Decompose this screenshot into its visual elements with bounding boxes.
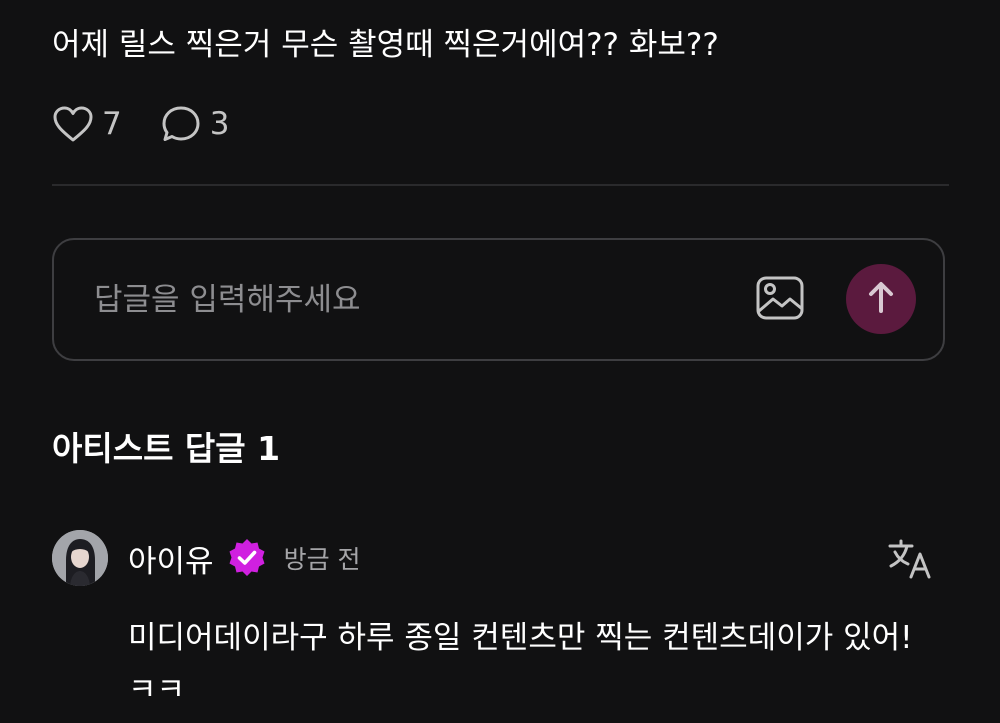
speech-bubble-icon: [160, 104, 202, 144]
attach-image-button[interactable]: [754, 274, 806, 326]
divider: [52, 184, 949, 186]
image-icon: [755, 275, 805, 325]
reply-input[interactable]: [94, 274, 714, 326]
comment-header: 아이유 방금 전: [128, 532, 361, 584]
translate-icon: [887, 537, 933, 583]
arrow-up-icon: [866, 280, 896, 318]
send-button[interactable]: [846, 264, 916, 334]
verified-badge-icon: [226, 537, 268, 579]
heart-outline-icon: [52, 105, 94, 143]
post-text: 어제 릴스 찍은거 무슨 촬영때 찍은거에여?? 화보??: [52, 27, 719, 63]
avatar[interactable]: [52, 530, 108, 586]
reply-box: [52, 238, 945, 361]
comment-text: 미디어데이라구 하루 종일 컨텐츠만 찍는 컨텐츠데이가 있어! ㅋㅋ: [128, 620, 913, 708]
comment-author[interactable]: 아이유: [128, 536, 214, 581]
like-button[interactable]: 7: [52, 105, 122, 143]
artist-replies-title: 아티스트 답글 1: [52, 429, 281, 468]
post-stats: 7 3: [52, 100, 267, 148]
comment-count: 3: [209, 106, 230, 142]
like-count: 7: [102, 106, 122, 142]
comment-button[interactable]: 3: [160, 104, 230, 144]
comment-timestamp: 방금 전: [283, 545, 361, 574]
translate-button[interactable]: [886, 536, 934, 584]
